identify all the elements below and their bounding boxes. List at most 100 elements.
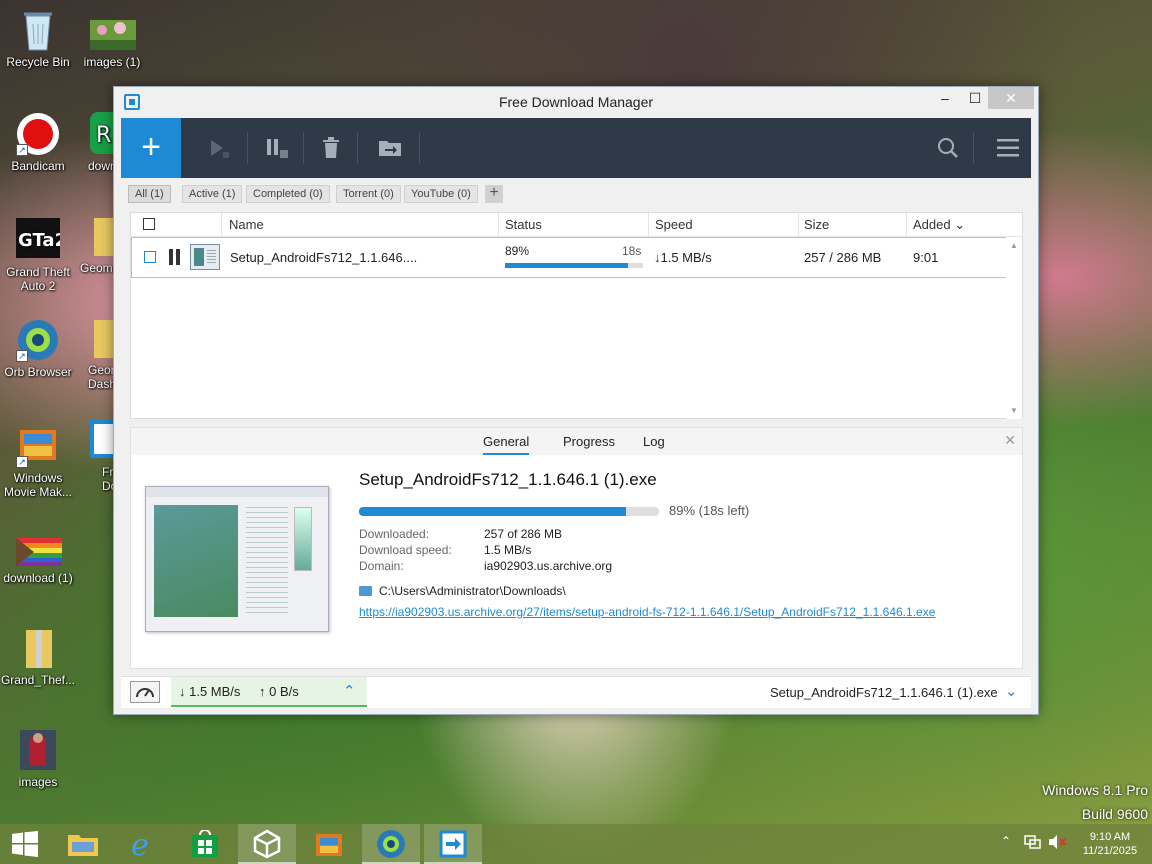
taskbar-free-download-manager[interactable] [424,824,482,864]
network-icon[interactable] [1022,834,1044,864]
scroll-up-icon[interactable]: ▲ [1010,241,1018,250]
add-filter-button[interactable]: + [485,185,503,203]
toolbar-divider [973,132,974,164]
download-url-link[interactable]: https://ia902903.us.archive.org/27/items… [359,605,935,619]
add-download-button[interactable]: + [121,118,181,178]
column-added[interactable]: Added ⌄ [913,217,965,233]
select-all-checkbox[interactable] [143,218,155,230]
chevron-up-icon[interactable]: ⌃ [343,682,356,700]
taskbar-file-explorer[interactable] [54,824,112,864]
bandicam-icon: ↗ [16,112,60,156]
speed-indicator[interactable]: ↓ 1.5 MB/s ↑ 0 B/s ⌃ [171,677,367,707]
desktop-icon-bandicam[interactable]: ↗ Bandicam [0,112,76,173]
desktop-icon-down[interactable]: R down [76,112,116,173]
table-row[interactable]: Setup_AndroidFs712_1.1.646.... 89% 18s ↓… [131,237,1007,278]
trash-icon [323,137,339,158]
delete-button[interactable] [314,132,348,164]
column-divider [798,213,799,237]
desktop-icon-download-1[interactable]: download (1) [0,538,76,585]
desktop-icon-orb-browser[interactable]: ↗ Orb Browser [0,318,76,379]
row-status-time: 18s [622,244,642,258]
folder-icon [68,835,98,856]
close-detail-icon[interactable]: ✕ [1004,432,1016,449]
desktop-icon-images[interactable]: images [0,728,76,789]
desktop-icon-label: Geom Dash [88,363,116,391]
tray-overflow-chevron-icon[interactable]: ⌃ [996,834,1016,864]
filter-all[interactable]: All (1) [128,185,171,203]
os-watermark-build: Build 9600 [1081,806,1148,822]
shortcut-arrow-icon: ↗ [16,144,28,156]
main-menu-button[interactable] [991,132,1025,164]
status-current-file: Setup_AndroidFs712_1.1.646.1 (1).exe [770,685,998,700]
desktop-icon-fdm[interactable]: Fr Down [76,418,116,493]
tab-progress[interactable]: Progress [563,434,615,449]
column-status[interactable]: Status [505,217,542,232]
tab-log[interactable]: Log [643,434,665,449]
pause-icon[interactable] [169,249,181,265]
column-speed[interactable]: Speed [655,217,693,232]
filter-completed[interactable]: Completed (0) [246,185,330,203]
desktop-icon-movie-maker[interactable]: ↗ Windows Movie Mak... [0,424,76,499]
start-button[interactable] [201,132,235,164]
start-button[interactable] [0,824,50,864]
play-icon [211,140,229,158]
taskbar-internet-explorer[interactable]: e [114,824,172,864]
movie-maker-icon [316,834,342,856]
scroll-down-icon[interactable]: ▼ [1010,406,1018,415]
move-to-folder-button[interactable] [373,132,407,164]
desktop-icon-images-1[interactable]: images (1) [74,20,150,69]
fdm-window: Free Download Manager – ☐ ✕ + All (1) Ac… [113,86,1039,715]
filter-active[interactable]: Active (1) [182,185,243,203]
move-folder-icon [379,141,401,156]
chevron-down-icon[interactable]: ⌄ [1005,682,1018,700]
desktop-icon-grand-theft-zip[interactable]: Grand_Thef... [0,626,76,687]
column-divider [906,213,907,237]
downloaded-label: Downloaded: [359,527,430,541]
detail-progress-text: 89% (18s left) [669,503,750,518]
minimize-button[interactable]: – [930,87,960,109]
desktop-icon-label: images [18,775,58,789]
desktop-icon-recycle-bin[interactable]: Recycle Bin [0,8,76,69]
filter-youtube[interactable]: YouTube (0) [404,185,478,203]
taskbar-orb-browser[interactable] [362,824,420,864]
upload-speed-total: ↑ 0 B/s [259,684,299,699]
list-scrollbar[interactable]: ▲ ▼ [1006,237,1022,419]
tab-general[interactable]: General [483,434,530,455]
toolbar-divider [303,132,304,164]
orb-browser-icon: ↗ [16,318,60,362]
volume-muted-icon[interactable] [1046,834,1068,864]
window-titlebar[interactable]: Free Download Manager – ☐ ✕ [114,87,1038,117]
close-button[interactable]: ✕ [988,87,1034,109]
detail-file-name: Setup_AndroidFs712_1.1.646.1 (1).exe [359,470,657,489]
taskbar: e ⌃ 9:10 AM 11/21/2025 [0,824,1152,864]
pause-all-button[interactable] [259,132,293,164]
download-folder-path[interactable]: C:\Users\Administrator\Downloads\ [379,584,566,598]
speed-mode-button[interactable] [130,681,160,703]
desktop-icon-label: Grand_Thef... [0,673,76,687]
taskbar-unity[interactable] [238,824,296,864]
internet-explorer-icon: e [131,828,149,863]
image-thumbnail-icon [90,20,136,52]
taskbar-store[interactable] [176,824,234,864]
clock[interactable]: 9:10 AM 11/21/2025 [1074,830,1146,864]
speedometer-icon [136,688,154,698]
desktop-icon-geom[interactable]: Geom [76,214,116,275]
row-checkbox[interactable] [144,251,156,263]
desktop-icon-gta2[interactable]: GTa2 Grand Theft Auto 2 [0,218,76,293]
row-speed: ↓1.5 MB/s [654,250,712,265]
column-size[interactable]: Size [804,217,829,232]
toolbar-divider [357,132,358,164]
column-name[interactable]: Name [229,217,264,232]
toolbar-divider [247,132,248,164]
desktop-icon-geom-dash[interactable]: Geom Dash [76,316,116,391]
file-preview-image [145,486,329,632]
downloads-list: Name Status Speed Size Added ⌄ Setup_And… [130,212,1023,419]
toolbar-divider [419,132,420,164]
filter-torrent[interactable]: Torrent (0) [336,185,401,203]
taskbar-movie-maker[interactable] [300,824,358,864]
fdm-logo-icon [439,830,467,858]
status-bar: ↓ 1.5 MB/s ↑ 0 B/s ⌃ Setup_AndroidFs712_… [121,676,1031,708]
column-divider [498,213,499,237]
search-button[interactable] [931,132,965,164]
maximize-button[interactable]: ☐ [960,87,990,109]
